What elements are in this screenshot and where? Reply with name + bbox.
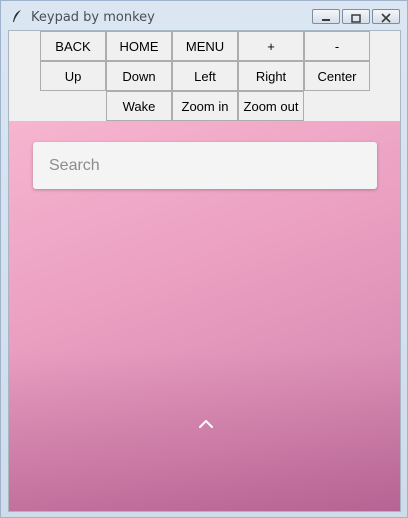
down-button[interactable]: Down: [106, 61, 172, 91]
right-button[interactable]: Right: [238, 61, 304, 91]
client-area: BACK HOME MENU + - Up Down Left Right Ce…: [8, 30, 401, 512]
center-button[interactable]: Center: [304, 61, 370, 91]
app-window: Keypad by monkey BACK HOME MENU + - Up D…: [0, 0, 408, 518]
back-button[interactable]: BACK: [40, 31, 106, 61]
feather-icon: [13, 10, 21, 22]
up-button[interactable]: Up: [40, 61, 106, 91]
home-button[interactable]: HOME: [106, 31, 172, 61]
minimize-button[interactable]: [312, 9, 340, 24]
plus-button[interactable]: +: [238, 31, 304, 61]
maximize-icon: [351, 14, 361, 23]
zoom-out-button[interactable]: Zoom out: [238, 91, 304, 121]
minus-button[interactable]: -: [304, 31, 370, 61]
menu-button[interactable]: MENU: [172, 31, 238, 61]
zoom-in-button[interactable]: Zoom in: [172, 91, 238, 121]
close-button[interactable]: [372, 9, 400, 24]
maximize-button[interactable]: [342, 9, 370, 24]
close-icon: [381, 13, 391, 23]
search-placeholder: Search: [49, 156, 100, 174]
left-button[interactable]: Left: [172, 61, 238, 91]
minimize-icon: [322, 19, 330, 21]
chevron-up-icon[interactable]: [198, 419, 214, 429]
title-bar[interactable]: Keypad by monkey: [1, 1, 407, 31]
search-bar[interactable]: Search: [33, 142, 377, 189]
window-title: Keypad by monkey: [31, 10, 155, 25]
wallpaper-shade: [9, 351, 400, 511]
wake-button[interactable]: Wake: [106, 91, 172, 121]
device-screen[interactable]: Search: [9, 121, 400, 511]
